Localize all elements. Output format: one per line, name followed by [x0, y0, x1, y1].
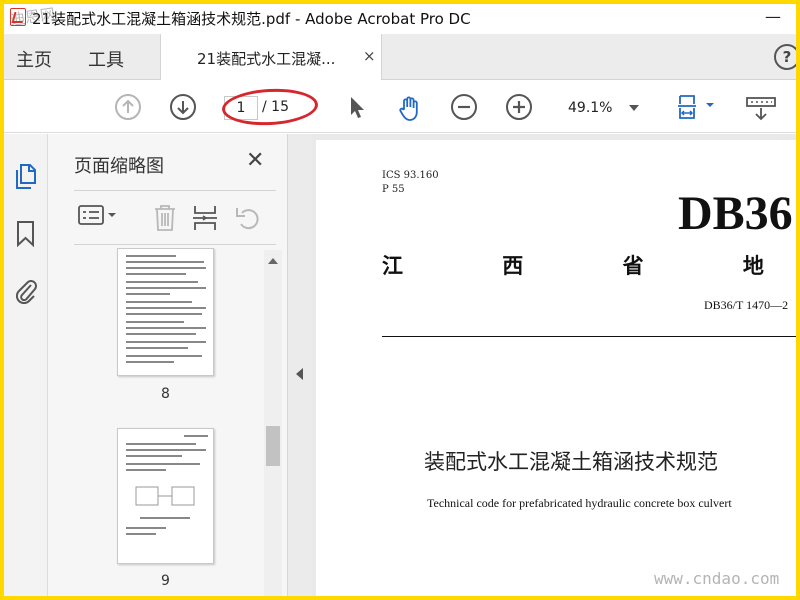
- close-tab-button[interactable]: ×: [363, 47, 376, 65]
- hand-tool-icon: [399, 96, 418, 121]
- insert-page-icon: [193, 206, 217, 230]
- panel-collapse-handle[interactable]: [288, 134, 312, 596]
- watermark-url: www.cndao.com: [654, 569, 780, 588]
- zoom-in-button[interactable]: [506, 94, 532, 120]
- select-tool-button[interactable]: [344, 94, 370, 120]
- standard-header-code: DB36: [678, 187, 793, 240]
- scroll-up-icon[interactable]: [268, 258, 278, 264]
- zoom-out-icon: [451, 94, 477, 120]
- document-view[interactable]: ICS 93.160 P 55 DB36 江 西 省 地 方 标 DB36/T …: [312, 134, 796, 596]
- delete-pages-button[interactable]: [152, 204, 178, 236]
- scroll-mode-icon: [746, 97, 776, 121]
- list-options-icon: [78, 205, 116, 225]
- page-thumbnails-button[interactable]: [14, 162, 38, 190]
- thumbnail-page-8[interactable]: [117, 248, 214, 376]
- rotate-pages-button[interactable]: [234, 204, 262, 236]
- thumbnail-options-button[interactable]: [78, 204, 122, 230]
- divider: [74, 190, 276, 191]
- title-bar: 21装配式水工混凝土箱涵技术规范.pdf - Adobe Acrobat Pro…: [4, 4, 796, 30]
- help-icon[interactable]: ?: [774, 44, 796, 70]
- page-thumbnails-icon: [16, 164, 36, 189]
- prev-page-button[interactable]: [115, 94, 141, 120]
- tab-document[interactable]: 21装配式水工混凝... ×: [160, 34, 382, 80]
- thumbnail-page-label: 9: [161, 573, 170, 589]
- scroll-mode-button[interactable]: [744, 94, 776, 121]
- panel-title: 页面缩略图: [74, 156, 164, 177]
- thumbnail-scrollbar[interactable]: [264, 250, 282, 596]
- divider: [74, 244, 276, 245]
- acrobat-window: 21装配式水工混凝土箱涵技术规范.pdf - Adobe Acrobat Pro…: [4, 4, 796, 596]
- bookmarks-button[interactable]: [14, 220, 38, 248]
- thumbnail-page-9[interactable]: [117, 428, 214, 564]
- close-panel-button[interactable]: ✕: [246, 148, 264, 173]
- chevron-down-icon[interactable]: [629, 105, 639, 111]
- scrollbar-thumb[interactable]: [266, 426, 280, 466]
- category-code: P 55: [382, 184, 405, 195]
- page-fit-icon: [678, 95, 714, 119]
- paperclip-icon: [15, 280, 37, 305]
- left-navigation-rail: [4, 134, 48, 596]
- hand-tool-button[interactable]: [396, 94, 422, 121]
- tab-bar: 主页 工具 21装配式水工混凝... × ?: [4, 34, 796, 80]
- tab-home[interactable]: 主页: [16, 46, 52, 72]
- next-page-button[interactable]: [170, 94, 196, 120]
- thumbnail-list: 8 9: [74, 248, 264, 596]
- page-thumbnails-panel: 页面缩略图 ✕ 8 9: [48, 134, 288, 596]
- header-rule: [382, 336, 796, 337]
- toolbar: 1 / 15 49.1%: [4, 81, 796, 133]
- rotate-icon: [236, 208, 259, 230]
- document-title: 装配式水工混凝土箱涵技术规范: [424, 450, 718, 474]
- tab-tools[interactable]: 工具: [88, 46, 124, 72]
- document-subtitle: Technical code for prefabricated hydraul…: [427, 496, 732, 510]
- minimize-button[interactable]: —: [762, 6, 784, 28]
- zoom-in-icon: [506, 94, 532, 120]
- region-standard-label: 江 西 省 地 方 标: [382, 254, 796, 278]
- standard-number: DB36/T 1470—2: [704, 298, 789, 312]
- attachments-button[interactable]: [14, 276, 38, 305]
- zoom-out-button[interactable]: [451, 94, 477, 120]
- pdf-page: ICS 93.160 P 55 DB36 江 西 省 地 方 标 DB36/T …: [316, 140, 796, 596]
- ics-code: ICS 93.160: [382, 170, 439, 181]
- collapse-arrow-icon: [296, 368, 303, 380]
- thumbnail-page-label: 8: [161, 386, 170, 402]
- window-title: 21装配式水工混凝土箱涵技术规范.pdf - Adobe Acrobat Pro…: [32, 10, 471, 28]
- prev-page-icon: [115, 94, 141, 120]
- next-page-icon: [170, 94, 196, 120]
- select-cursor-icon: [351, 97, 364, 118]
- trash-icon: [155, 205, 175, 231]
- bookmark-icon: [17, 221, 34, 248]
- page-number-annotation-ellipse: [221, 86, 319, 128]
- insert-pages-button[interactable]: [192, 204, 218, 236]
- page-fit-button[interactable]: [676, 94, 714, 120]
- diagram-figure: [135, 486, 195, 506]
- document-tab-label: 21装配式水工混凝...: [197, 50, 336, 68]
